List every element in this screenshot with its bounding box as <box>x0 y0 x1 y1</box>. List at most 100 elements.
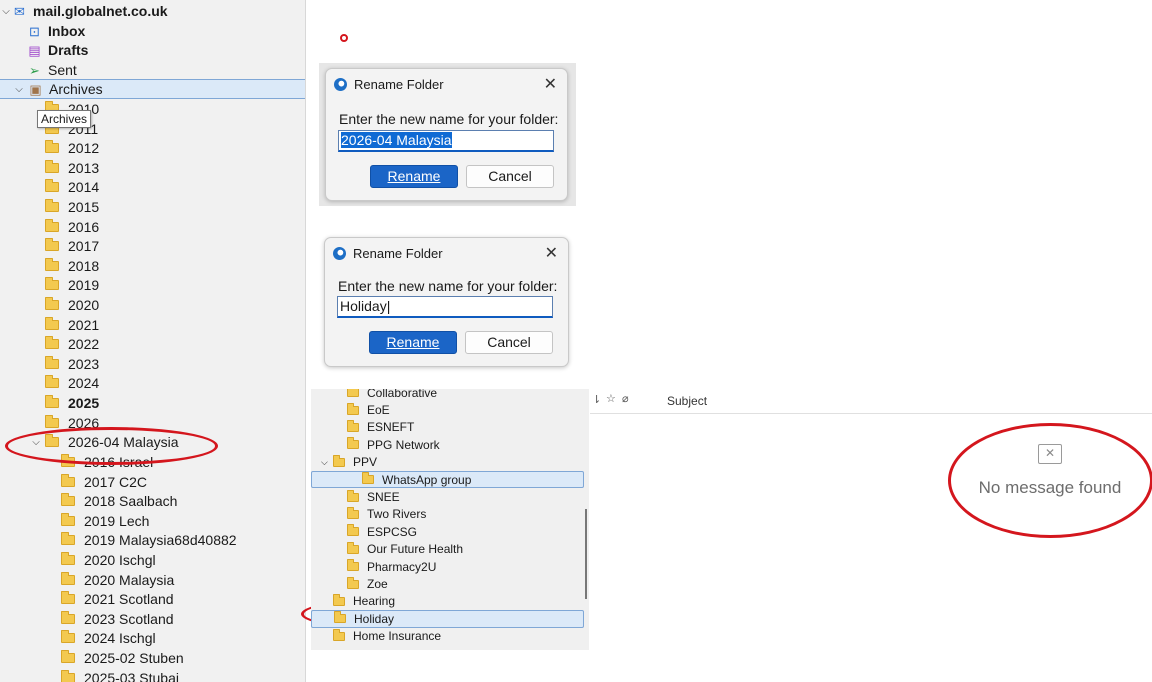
folder-icon <box>347 541 359 554</box>
dialog-title: Rename Folder <box>334 77 444 92</box>
column-subject[interactable]: Subject <box>667 394 707 408</box>
crop-folder-item[interactable]: Hearing <box>311 593 589 610</box>
scrollbar[interactable] <box>585 509 587 599</box>
folder-pane: ⌵ ✉ mail.globalnet.co.uk ⊡ Inbox ▤ Draft… <box>0 0 306 682</box>
folder-icon <box>362 472 374 485</box>
crop-folder-item[interactable]: SNEE <box>311 488 589 505</box>
dialog-prompt: Enter the new name for your folder: <box>339 111 559 127</box>
rename-folder-dialog: Rename Folder ✕ Enter the new name for y… <box>325 68 568 201</box>
dialog-prompt: Enter the new name for your folder: <box>338 278 558 294</box>
folder-sub[interactable]: 2020 Ischgl <box>0 550 305 570</box>
folder-icon <box>347 489 359 502</box>
empty-text: No message found <box>978 478 1122 497</box>
folder-icon <box>347 402 359 415</box>
folder-name-input[interactable]: 2026-04 Malaysia <box>338 130 554 152</box>
envelope-icon: ✕ <box>1038 444 1062 464</box>
rename-button[interactable]: Rename <box>370 165 458 188</box>
crop-folder-item[interactable]: Our Future Health <box>311 541 589 558</box>
attachment-icon[interactable]: ⌀ <box>622 392 629 405</box>
folder-sub[interactable]: 2025-02 Stuben <box>0 648 305 668</box>
account-row[interactable]: ⌵ ✉ mail.globalnet.co.uk <box>0 1 305 21</box>
folder-icon <box>61 669 75 682</box>
folder-icon <box>45 297 59 310</box>
folder-icon <box>61 630 75 644</box>
folder-year[interactable]: 2025 <box>0 393 305 413</box>
folder-year[interactable]: 2022 <box>0 334 305 354</box>
folder-sub[interactable]: 2019 Lech <box>0 511 305 531</box>
folder-sub[interactable]: 2024 Ischgl <box>0 628 305 648</box>
folder-icon <box>347 524 359 537</box>
crop-folder-item[interactable]: Holiday <box>311 610 584 628</box>
folder-icon <box>45 277 59 291</box>
rename-folder-dialog: Rename Folder ✕ Enter the new name for y… <box>324 237 569 367</box>
folder-icon <box>347 506 359 519</box>
folder-sub[interactable]: 2020 Malaysia <box>0 570 305 590</box>
folder-year[interactable]: 2023 <box>0 354 305 374</box>
folder-year[interactable]: 2014 <box>0 177 305 197</box>
crop-folder-item[interactable]: Collaborative <box>311 389 589 401</box>
close-icon[interactable]: ✕ <box>545 243 558 263</box>
dialog-screenshot-1: Rename Folder ✕ Enter the new name for y… <box>319 63 576 206</box>
crop-folder-item[interactable]: ESPCSG <box>311 523 589 540</box>
dialog-screenshot-2: Rename Folder ✕ Enter the new name for y… <box>319 232 576 369</box>
folder-year[interactable]: 2013 <box>0 158 305 178</box>
folder-sub[interactable]: 2023 Scotland <box>0 609 305 629</box>
thunderbird-icon <box>334 78 347 91</box>
cancel-button[interactable]: Cancel <box>465 331 553 354</box>
thread-icon[interactable]: ⇂ <box>592 393 601 406</box>
cancel-button[interactable]: Cancel <box>466 165 554 188</box>
chevron-down-icon[interactable]: ⌵ <box>321 457 333 468</box>
folder-year[interactable]: 2015 <box>0 197 305 217</box>
folder-year[interactable]: 2021 <box>0 315 305 335</box>
folder-year[interactable]: 2018 <box>0 256 305 276</box>
mail-account-icon: ✉ <box>14 3 25 19</box>
crop-folder-item[interactable]: Two Rivers <box>311 506 589 523</box>
crop-folder-item[interactable]: EoE <box>311 401 589 418</box>
folder-icon <box>61 552 75 565</box>
folder-year[interactable]: 2012 <box>0 138 305 158</box>
crop-folder-item[interactable]: Zoe <box>311 575 589 592</box>
crop-folder-item[interactable]: ESNEFT <box>311 419 589 436</box>
folder-year[interactable]: 2016 <box>0 217 305 237</box>
folder-sent[interactable]: ➢ Sent <box>0 60 305 80</box>
account-name: mail.globalnet.co.uk <box>33 3 168 19</box>
empty-message-state: ✕ No message found <box>950 430 1150 498</box>
folder-archives[interactable]: ⌵ ▣ Archives <box>0 79 305 99</box>
folder-icon <box>45 395 59 408</box>
folder-drafts[interactable]: ▤ Drafts <box>0 40 305 60</box>
folder-icon <box>333 593 345 606</box>
thunderbird-icon <box>333 247 346 260</box>
crop-folder-item[interactable]: PPG Network <box>311 436 589 453</box>
folder-icon <box>45 336 59 350</box>
folder-sub[interactable]: 2021 Scotland <box>0 589 305 609</box>
crop-folder-item[interactable]: Home Insurance <box>311 628 589 645</box>
chevron-down-icon[interactable]: ⌵ <box>0 6 12 17</box>
folder-icon <box>334 611 346 624</box>
folder-icon <box>61 493 75 507</box>
folder-icon <box>347 389 359 398</box>
folder-sub[interactable]: 2017 C2C <box>0 472 305 492</box>
star-icon[interactable]: ☆ <box>606 392 616 405</box>
chevron-down-icon[interactable]: ⌵ <box>13 84 25 95</box>
folder-inbox[interactable]: ⊡ Inbox <box>0 21 305 41</box>
crop-folder-item[interactable]: ⌵ PPV <box>311 454 589 471</box>
dialog-title: Rename Folder <box>333 246 443 261</box>
folder-name-input[interactable]: Holiday| <box>337 296 553 318</box>
crop-folder-item[interactable]: WhatsApp group <box>311 471 584 489</box>
tooltip: Archives <box>37 110 92 128</box>
inbox-icon: ⊡ <box>29 23 40 39</box>
rename-button[interactable]: Rename <box>369 331 457 354</box>
folder-year[interactable]: 2019 <box>0 275 305 295</box>
folder-tree-crop: Collaborative EoE ESNEFT PPG Network ⌵ PPV Wha… <box>311 389 589 650</box>
folder-sub[interactable]: 2025-03 Stubai <box>0 668 305 682</box>
folder-year[interactable]: 2017 <box>0 236 305 256</box>
folder-icon <box>61 512 75 526</box>
folder-year[interactable]: 2024 <box>0 373 305 393</box>
folder-year[interactable]: 2020 <box>0 295 305 315</box>
folder-sub[interactable]: 2018 Saalbach <box>0 491 305 511</box>
annotation-dot <box>340 34 348 42</box>
crop-folder-item[interactable]: Pharmacy2U <box>311 558 589 575</box>
folder-sub[interactable]: 2019 Malaysia68d40882 <box>0 530 305 550</box>
close-icon[interactable]: ✕ <box>544 74 557 94</box>
folder-icon <box>347 437 359 450</box>
